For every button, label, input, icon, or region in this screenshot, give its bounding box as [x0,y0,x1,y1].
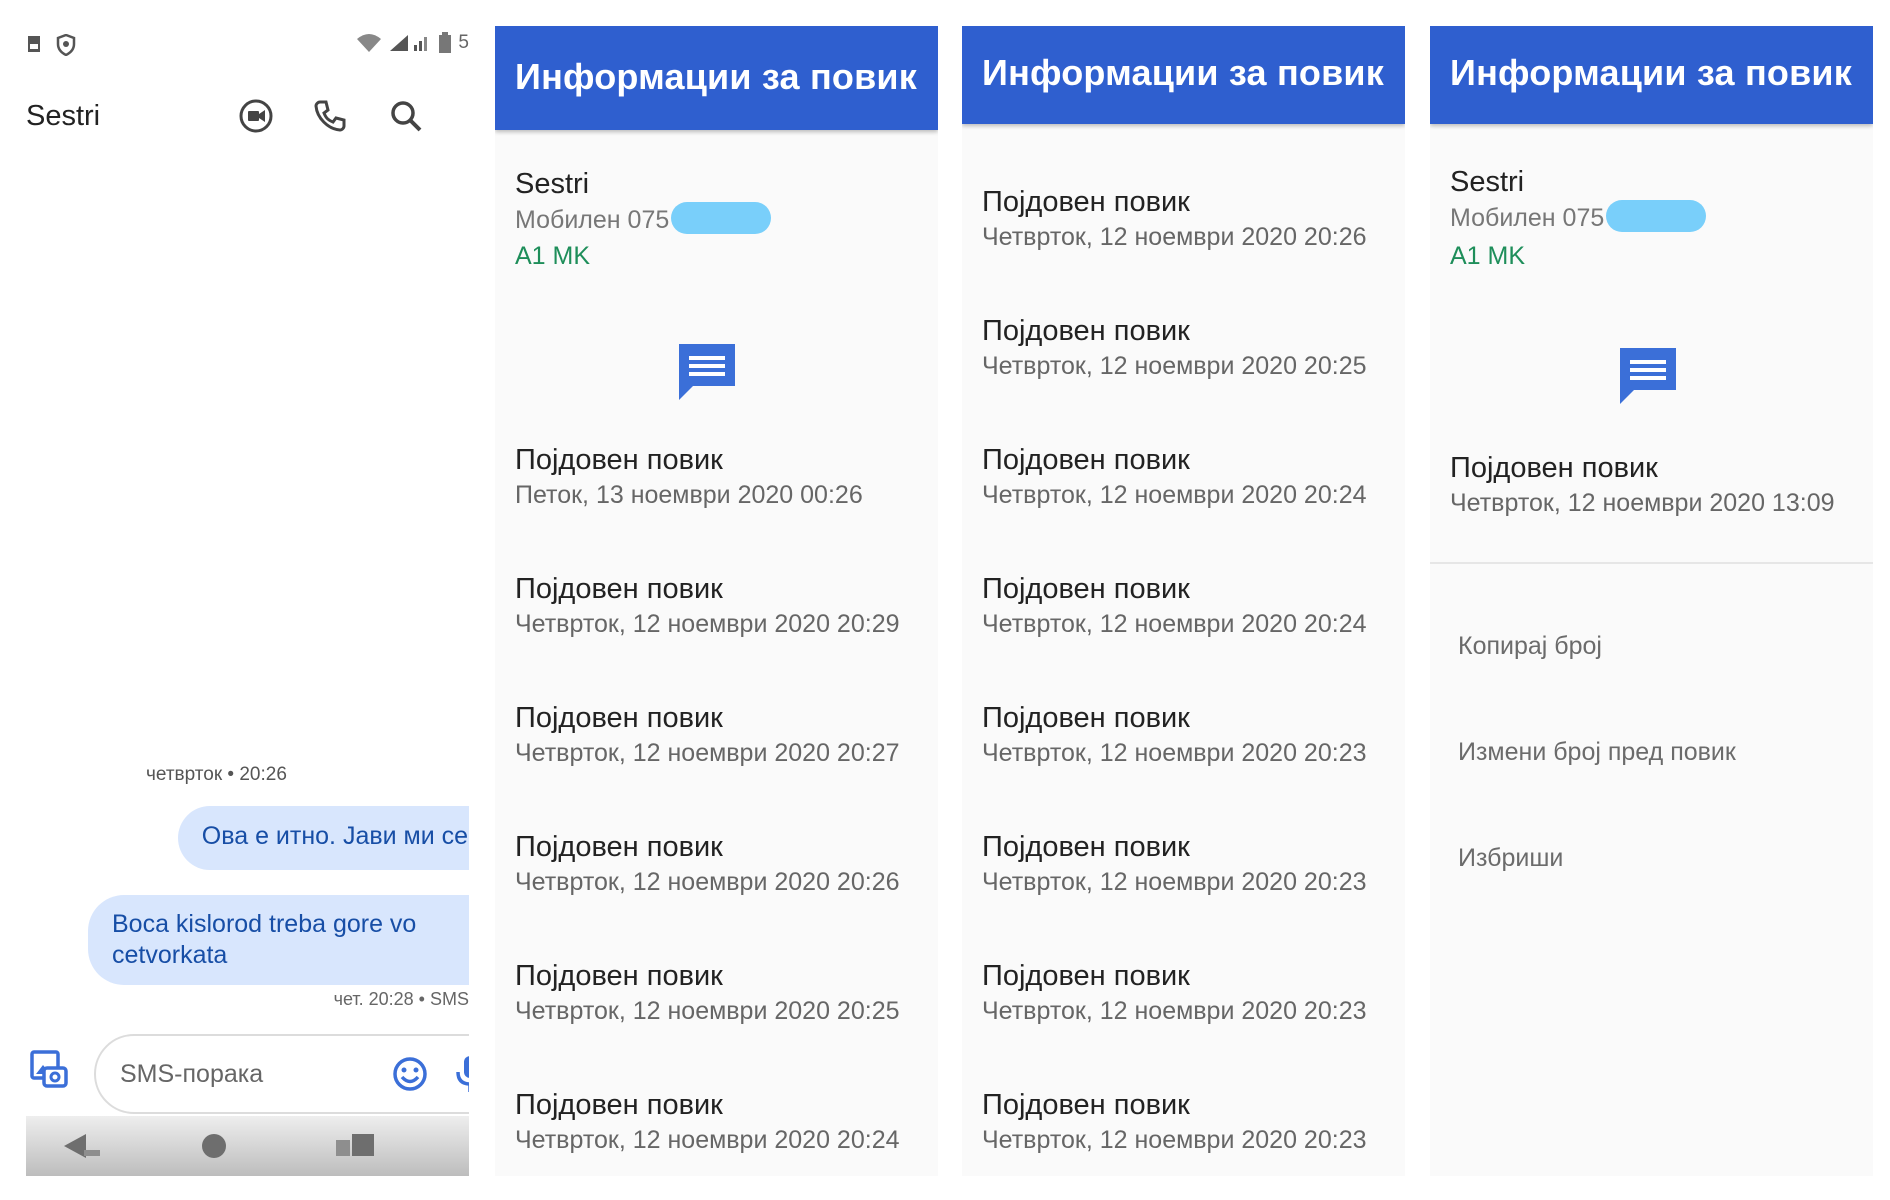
call-date: Четврток, 12 ноември 2020 20:29 [515,610,900,638]
video-call-icon[interactable] [236,96,276,136]
compose-bar [26,1026,469,1116]
call-type: Појдовен повик [982,315,1190,347]
app-bar: Информации за повик [495,26,938,130]
call-date: Четврток, 12 ноември 2020 20:23 [982,868,1367,896]
call-type: Појдовен повик [515,702,723,734]
call-log-entry[interactable]: Појдовен повик Четврток, 12 ноември 2020 … [982,700,1367,770]
contact-number: Мобилен 075 [1450,200,1707,233]
call-date: Четврток, 12 ноември 2020 20:23 [982,997,1367,1025]
message-bubble[interactable]: Boca kislorod treba gore vo cetvorkata [88,895,469,985]
recents-icon[interactable] [332,1130,378,1162]
contact-name: Sestri [1450,166,1525,198]
call-date: Четврток, 12 ноември 2020 20:23 [982,739,1367,767]
back-icon[interactable] [60,1130,106,1162]
call-date: Петок, 13 ноември 2020 00:26 [515,481,863,509]
mic-icon[interactable] [452,1054,469,1094]
call-type: Појдовен повик [515,960,723,992]
edit-number-before-call-action[interactable]: Измени број пред повик [1458,738,1736,767]
status-bar: 5 [26,26,469,66]
call-date: Четврток, 12 ноември 2020 20:24 [982,610,1367,638]
call-log-entry[interactable]: Појдовен повик Четврток, 12 ноември 2020 … [982,958,1367,1028]
call-log-entry[interactable]: Појдовен повик Четврток, 12 ноември 2020 … [515,958,900,1028]
call-type: Појдовен повик [982,1089,1190,1121]
contact-name: Sestri [515,168,590,200]
call-date: Четврток, 12 ноември 2020 20:25 [982,352,1367,380]
call-date: Четврток, 12 ноември 2020 20:25 [515,997,900,1025]
call-date: Четврток, 12 ноември 2020 20:26 [515,868,900,896]
call-log-entry[interactable]: Појдовен повик Четврток, 12 ноември 2020 … [982,1087,1367,1157]
call-log-entry[interactable]: Појдовен повик Петок, 13 ноември 2020 00:… [515,442,863,512]
call-type: Појдовен повик [1450,452,1658,484]
attach-image-icon[interactable] [28,1048,70,1090]
call-type: Појдовен повик [515,1089,723,1121]
delete-action[interactable]: Избриши [1458,844,1563,873]
call-type: Појдовен повик [515,831,723,863]
contact-number-text: Мобилен 075 [515,206,670,234]
call-date: Четврток, 12 ноември 2020 20:26 [982,223,1367,251]
call-log-entry[interactable]: Појдовен повик Четврток, 12 ноември 2020 … [982,313,1367,383]
call-log-entry[interactable]: Појдовен повик Четврток, 12 ноември 2020 … [982,442,1367,512]
app-bar: Информации за повик [962,26,1405,124]
call-date: Четврток, 12 ноември 2020 20:24 [515,1126,900,1154]
image-icon [28,36,40,52]
screen-title: Информации за повик [515,56,917,97]
call-date: Четврток, 12 ноември 2020 20:24 [982,481,1367,509]
call-info-screen: Информации за повик Sestri Мобилен 075 A… [495,26,938,1176]
search-icon[interactable] [386,96,426,136]
copy-number-action[interactable]: Копирај број [1458,632,1602,661]
call-log-entry[interactable]: Појдовен повик Четврток, 12 ноември 2020 … [982,829,1367,899]
call-log-entry[interactable]: Појдовен повик Четврток, 12 ноември 2020 … [515,829,900,899]
conversation-title: Sestri [26,100,101,132]
message-bubble[interactable]: Ова е итно. Јави ми се. [177,806,469,870]
phone-icon[interactable] [310,96,350,136]
system-nav-bar [26,1116,469,1176]
wifi-icon [357,34,382,52]
redaction-mark [1606,200,1707,233]
app-bar: Информации за повик [1430,26,1873,124]
call-date: Четврток, 12 ноември 2020 20:23 [982,1126,1367,1154]
call-type: Појдовен повик [982,573,1190,605]
signal-icon [390,35,428,51]
screen-title: Информации за повик [1450,52,1852,93]
battery-icon [439,32,452,53]
call-type: Појдовен повик [982,960,1190,992]
screen-title: Информации за повик [982,52,1384,93]
shield-icon [56,34,76,56]
home-icon[interactable] [198,1130,230,1162]
carrier-label: A1 MK [1450,242,1526,270]
sms-input[interactable] [118,1056,342,1092]
call-log-entry[interactable]: Појдовен повик Четврток, 12 ноември 2020 … [515,1087,900,1157]
date-separator: четврток • 20:26 [146,764,287,785]
call-info-screen: Информации за повик Појдовен повик Четврт… [962,26,1405,1176]
messages-screen: 5 Sestri четврток • 20:26 Ова е итно. Ја… [26,26,469,1176]
emoji-icon[interactable] [392,1056,428,1092]
call-log-entry[interactable]: Појдовен повик Четврток, 12 ноември 2020 … [982,571,1367,641]
carrier-label: A1 MK [515,242,591,270]
redaction-mark [671,202,772,235]
call-log-entry[interactable]: Појдовен повик Четврток, 12 ноември 2020 … [515,571,900,641]
call-type: Појдовен повик [982,702,1190,734]
contact-number: Мобилен 075 [515,202,772,235]
call-type: Појдовен повик [982,186,1190,218]
battery-level: 5 [458,32,469,53]
call-type: Појдовен повик [982,444,1190,476]
call-log-entry[interactable]: Појдовен повик Четврток, 12 ноември 2020 … [1450,450,1835,520]
call-date: Четврток, 12 ноември 2020 13:09 [1450,489,1835,517]
divider [1430,562,1873,564]
call-log-entry[interactable]: Појдовен повик Четврток, 12 ноември 2020 … [982,184,1367,254]
call-info-screen: Информации за повик Sestri Мобилен 075 A… [1430,26,1873,1176]
call-type: Појдовен повик [515,444,723,476]
call-type: Појдовен повик [982,831,1190,863]
conversation-header: Sestri [26,86,469,146]
call-date: Четврток, 12 ноември 2020 20:27 [515,739,900,767]
message-field[interactable] [94,1034,469,1114]
message-icon[interactable] [675,338,739,402]
call-log-entry[interactable]: Појдовен повик Четврток, 12 ноември 2020 … [515,700,900,770]
message-icon[interactable] [1616,342,1680,406]
call-type: Појдовен повик [515,573,723,605]
contact-number-text: Мобилен 075 [1450,204,1605,232]
message-meta: чет. 20:28 • SMS [333,989,469,1009]
